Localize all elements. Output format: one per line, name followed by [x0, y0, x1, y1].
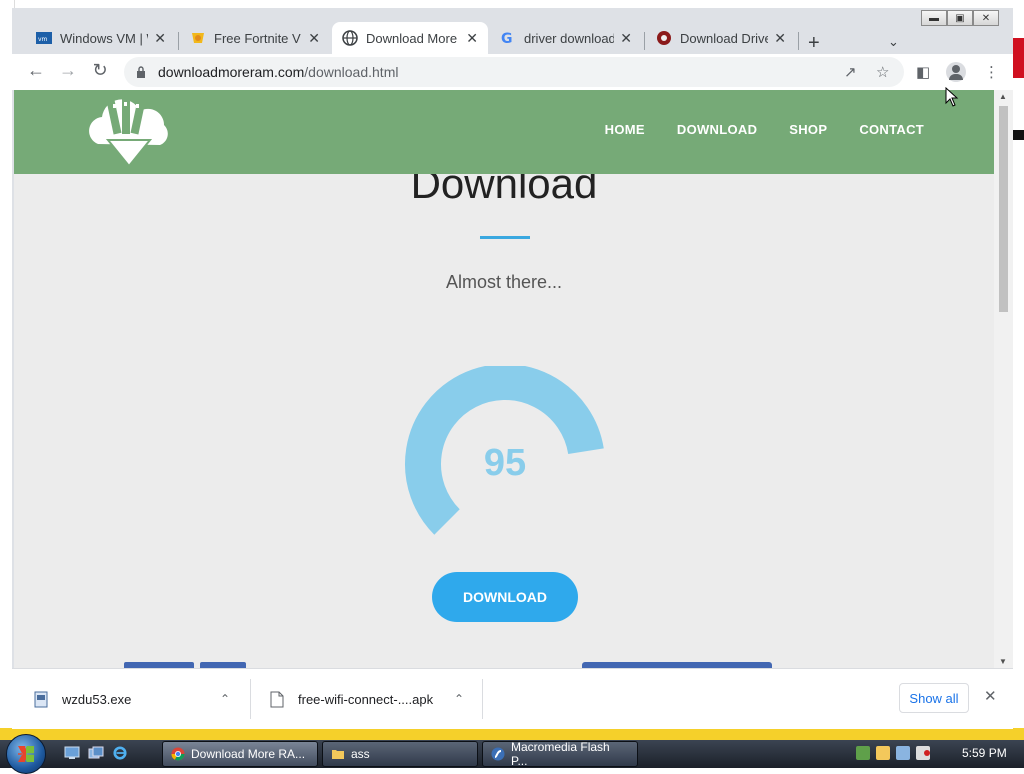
bookmark-star-icon[interactable]: ☆	[876, 63, 889, 81]
switch-windows-icon[interactable]	[88, 746, 104, 760]
tab-title: Windows VM | W	[60, 30, 148, 46]
taskbar-item-folder[interactable]: ass	[322, 741, 478, 767]
browser-toolbar: ← → ↻ downloadmoreram.com/download.html …	[12, 54, 1013, 90]
page-heading: Download	[410, 174, 598, 207]
svg-text:G: G	[501, 31, 513, 46]
side-panel-icon[interactable]: ◧	[916, 63, 930, 81]
download-shelf: wzdu53.exe ⌃ free-wifi-connect-....apk ⌃…	[12, 668, 1013, 729]
flash-icon	[491, 747, 505, 761]
taskbar-item-flash[interactable]: Macromedia Flash P...	[482, 740, 638, 768]
tab-download-driver[interactable]: Download Driver ✕	[646, 22, 796, 54]
show-all-downloads-button[interactable]: Show all	[899, 683, 969, 713]
close-download-shelf-icon[interactable]: ✕	[984, 687, 997, 705]
scroll-down-arrow-icon[interactable]: ▼	[999, 657, 1007, 666]
desktop-wallpaper-bottom	[0, 728, 1024, 740]
reload-button[interactable]: ↻	[88, 60, 112, 81]
url-text: downloadmoreram.com/download.html	[158, 64, 399, 80]
site-logo[interactable]	[84, 94, 174, 170]
download-filename: wzdu53.exe	[62, 691, 132, 707]
tab-title: Download Driver	[680, 30, 769, 46]
taskbar-item-label: ass	[351, 747, 370, 761]
vmware-icon: vm	[36, 30, 52, 46]
page-subheading: Almost there...	[445, 272, 563, 292]
back-button[interactable]: ←	[24, 60, 48, 81]
internet-explorer-icon[interactable]	[112, 746, 128, 760]
download-item-apk[interactable]: free-wifi-connect-....apk ⌃	[270, 669, 480, 729]
tab-title: driver download	[524, 30, 615, 46]
forward-button[interactable]: →	[56, 60, 80, 81]
tab-search-chevron-icon[interactable]: ⌄	[888, 34, 899, 50]
chrome-icon	[171, 747, 185, 761]
nav-shop[interactable]: SHOP	[789, 122, 827, 137]
chevron-up-icon[interactable]: ⌃	[220, 692, 230, 706]
download-filename: free-wifi-connect-....apk	[298, 691, 434, 707]
exe-file-icon	[34, 691, 48, 707]
tab-download-more[interactable]: Download More ✕	[332, 22, 488, 54]
scroll-up-arrow-icon[interactable]: ▲	[999, 92, 1007, 101]
show-desktop-icon[interactable]	[64, 746, 80, 760]
folder-tray-icon[interactable]	[876, 746, 890, 760]
file-icon	[270, 691, 284, 707]
close-tab-icon[interactable]: ✕	[620, 30, 632, 47]
display-tray-icon[interactable]	[896, 746, 910, 760]
download-button[interactable]: DOWNLOAD	[432, 572, 578, 622]
nav-download[interactable]: DOWNLOAD	[677, 122, 757, 137]
site-header: HOME DOWNLOAD SHOP CONTACT	[14, 90, 994, 174]
social-widgets	[124, 660, 884, 668]
close-tab-icon[interactable]: ✕	[154, 30, 166, 47]
system-tray	[856, 746, 930, 760]
tab-strip: vm Windows VM | W ✕ Free Fortnite V B ✕ …	[12, 18, 1013, 54]
close-tab-icon[interactable]: ✕	[774, 30, 786, 47]
start-button[interactable]	[6, 734, 46, 774]
fortnite-icon	[190, 30, 206, 46]
share-icon[interactable]: ↗	[844, 63, 857, 81]
taskbar-item-label: Download More RA...	[191, 747, 306, 761]
desktop-wallpaper-right	[1012, 0, 1024, 740]
more-menu-icon[interactable]: ⋮	[984, 63, 999, 81]
gauge-value: 95	[483, 442, 527, 484]
taskbar-item-label: Macromedia Flash P...	[511, 740, 610, 768]
tab-fortnite[interactable]: Free Fortnite V B ✕	[180, 22, 330, 54]
profile-avatar[interactable]	[946, 62, 966, 82]
lock-icon	[137, 66, 145, 78]
globe-icon	[342, 30, 358, 46]
svg-text:vm: vm	[38, 36, 48, 43]
site-nav: HOME DOWNLOAD SHOP CONTACT	[605, 122, 924, 137]
mouse-cursor-icon	[945, 87, 959, 107]
download-item-exe[interactable]: wzdu53.exe ⌃	[34, 669, 244, 729]
scrollbar-thumb[interactable]	[999, 106, 1008, 312]
chevron-up-icon[interactable]: ⌃	[454, 692, 464, 706]
windows-taskbar: Download More RA... ass Macromedia Flash…	[0, 734, 1024, 774]
tab-driver-download[interactable]: G driver download ✕	[490, 22, 642, 54]
driver-icon	[656, 30, 672, 46]
new-tab-button[interactable]: +	[808, 32, 820, 55]
close-tab-icon[interactable]: ✕	[308, 30, 320, 47]
taskbar-item-chrome[interactable]: Download More RA...	[162, 741, 318, 767]
page-viewport: Download Almost there... 95 DOWNLOAD HOM…	[14, 90, 994, 668]
heading-underline	[480, 236, 530, 239]
nav-home[interactable]: HOME	[605, 122, 645, 137]
folder-icon	[332, 750, 344, 759]
browser-window: ▬ ▣ ✕ vm Windows VM | W ✕ Free Fortnite …	[12, 8, 1013, 729]
google-icon: G	[500, 30, 516, 46]
tab-title: Free Fortnite V B	[214, 30, 302, 46]
tab-windows-vm[interactable]: vm Windows VM | W ✕	[26, 22, 176, 54]
address-bar[interactable]: downloadmoreram.com/download.html	[124, 57, 904, 87]
network-tray-icon[interactable]	[856, 746, 870, 760]
tab-title: Download More	[366, 30, 458, 46]
close-tab-icon[interactable]: ✕	[466, 30, 478, 47]
page-content: Download Almost there... 95 DOWNLOAD	[14, 174, 994, 668]
volume-muted-icon[interactable]	[916, 746, 930, 760]
nav-contact[interactable]: CONTACT	[859, 122, 924, 137]
taskbar-clock: 5:59 PM	[962, 746, 1007, 760]
page-scrollbar[interactable]: ▲ ▼	[994, 90, 1013, 668]
